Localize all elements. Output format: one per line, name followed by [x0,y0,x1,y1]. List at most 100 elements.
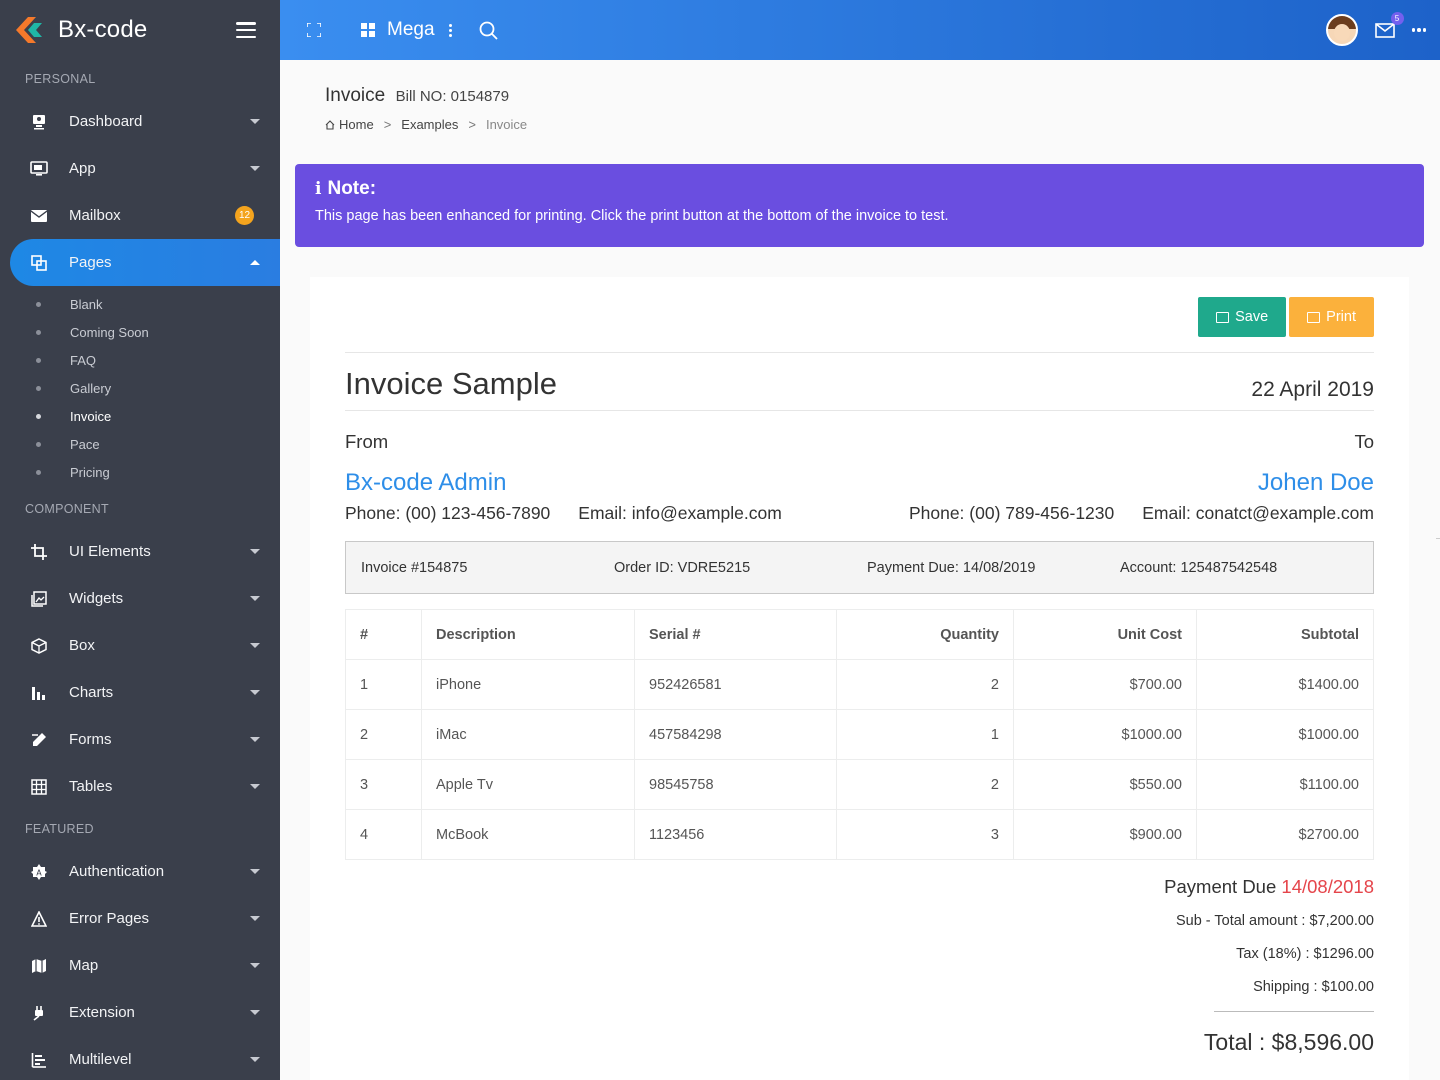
mega-label: Mega [387,19,435,40]
invoice-title: Invoice Sample [345,366,557,401]
table-row: 1 iPhone 952426581 2 $700.00 $1400.00 [345,659,1374,710]
envelope-outline-icon [1374,22,1395,38]
col-number: # [345,609,422,660]
sidebar-item-tables[interactable]: Tables [0,763,280,810]
messages-button[interactable]: 5 [1372,12,1404,42]
cell-subtotal: $1100.00 [1196,759,1374,810]
bullet-icon [36,413,41,419]
sidebar-item-authentication[interactable]: A Authentication [0,848,280,895]
print-button[interactable]: Print [1289,297,1374,337]
caret-down-icon [250,916,260,921]
party-names: Bx-code Admin Johen Doe [345,469,1374,497]
invoice-summary: Payment Due 14/08/2018 Sub - Total amoun… [345,876,1374,1056]
sidebar-item-label: Widgets [69,590,124,607]
submenu-item-faq[interactable]: FAQ [0,346,280,374]
sidebar-item-map[interactable]: Map [0,942,280,989]
caret-down-icon [250,596,260,601]
from-email: Email: info@example.com [578,503,782,523]
table-row: 3 Apple Tv 98545758 2 $550.00 $1100.00 [345,759,1374,810]
sidebar-item-label: UI Elements [69,543,151,560]
sidebar-item-error-pages[interactable]: Error Pages [0,895,280,942]
breadcrumb-home[interactable]: Home [339,117,374,132]
account-number: Account: 125487542548 [1120,559,1278,576]
to-email: Email: conatct@example.com [1142,503,1374,523]
col-serial: Serial # [634,609,837,660]
cell-serial: 1123456 [634,809,837,860]
submenu-label: Coming Soon [70,324,149,340]
col-description: Description [421,609,635,660]
sidebar-item-label: Tables [69,778,113,795]
submenu-item-coming-soon[interactable]: Coming Soon [0,318,280,346]
cell-quantity: 3 [836,809,1014,860]
more-horizontal-icon[interactable] [1411,28,1426,32]
section-component: COMPONENT [25,502,109,516]
submenu-item-pace[interactable]: Pace [0,430,280,458]
sidebar-item-box[interactable]: Box [0,622,280,669]
submenu-label: Gallery [70,380,112,396]
sidebar-item-multilevel[interactable]: Multilevel [0,1036,280,1080]
to-name: Johen Doe [1257,469,1374,496]
kebab-vertical-icon[interactable] [448,23,452,37]
svg-text:A: A [36,868,42,877]
warning-icon [30,910,48,928]
cell-description: iMac [421,709,635,760]
caret-down-icon [250,690,260,695]
brand-logo-icon[interactable] [14,15,48,45]
sidebar-item-ui-elements[interactable]: UI Elements [0,528,280,575]
cell-description: Apple Tv [421,759,635,810]
user-avatar[interactable] [1325,14,1358,46]
sidebar-item-pages[interactable]: Pages [10,239,280,286]
info-icon: i [315,179,322,199]
shipping-line: Shipping : $100.00 [1253,979,1374,995]
submenu-item-invoice[interactable]: Invoice [0,402,280,430]
invoice-items-table: # Description Serial # Quantity Unit Cos… [345,609,1374,860]
sidebar-item-mailbox[interactable]: Mailbox 12 [0,192,280,239]
cell-description: iPhone [421,659,635,710]
caret-down-icon [250,119,260,124]
to-label: To [1354,431,1374,452]
search-icon[interactable] [472,13,506,47]
mailbox-count-badge: 12 [235,206,254,225]
sidebar-item-label: App [69,160,96,177]
total-line: Total : $8,596.00 [1203,1029,1374,1055]
invoice-title-row: Invoice Sample 22 April 2019 [345,353,1374,410]
printer-icon [1307,311,1321,323]
print-note-callout: i Note: This page has been enhanced for p… [295,164,1424,247]
section-personal: PERSONAL [25,72,96,86]
envelope-icon [30,207,48,225]
menu-toggle-icon[interactable] [236,22,256,38]
sidebar-item-charts[interactable]: Charts [0,669,280,716]
cell-unit-cost: $700.00 [1013,659,1197,710]
to-contact: Phone: (00) 789-456-1230 Email: conatct@e… [909,503,1374,524]
sidebar-item-label: Extension [69,1004,135,1021]
breadcrumb-examples[interactable]: Examples [401,117,458,132]
invoice-meta-bar: Invoice #154875 Order ID: VDRE5215 Payme… [345,541,1374,594]
bill-number: Bill NO: 0154879 [395,88,510,105]
from-phone: Phone: (00) 123-456-7890 [345,503,551,523]
sidebar-item-forms[interactable]: Forms [0,716,280,763]
submenu-label: Invoice [70,408,112,424]
sidebar-item-widgets[interactable]: Widgets [0,575,280,622]
sidebar-item-label: Multilevel [69,1051,132,1068]
submenu-label: Blank [70,296,103,312]
sidebar-item-app[interactable]: App [0,145,280,192]
topbar: Mega 5 [280,0,1440,60]
table-header-row: # Description Serial # Quantity Unit Cos… [345,609,1374,660]
brand-name: Bx-code [58,16,148,43]
sidebar-item-dashboard[interactable]: Dashboard [0,98,280,145]
to-phone: Phone: (00) 789-456-1230 [908,503,1115,523]
submenu-item-gallery[interactable]: Gallery [0,374,280,402]
invoice-number: Invoice #154875 [361,559,468,576]
note-text: This page has been enhanced for printing… [315,208,949,224]
submenu-item-pricing[interactable]: Pricing [0,458,280,486]
scrollbar-track[interactable] [1436,538,1440,539]
save-button[interactable]: Save [1198,297,1287,337]
sidebar-item-extension[interactable]: Extension [0,989,280,1036]
cell-serial: 952426581 [634,659,837,710]
payment-due-label: Payment Due [1164,876,1277,897]
cell-unit-cost: $900.00 [1013,809,1197,860]
submenu-item-blank[interactable]: Blank [0,290,280,318]
cell-subtotal: $2700.00 [1196,809,1374,860]
mega-menu-button[interactable]: Mega [361,19,452,41]
fullscreen-icon[interactable] [297,13,331,47]
